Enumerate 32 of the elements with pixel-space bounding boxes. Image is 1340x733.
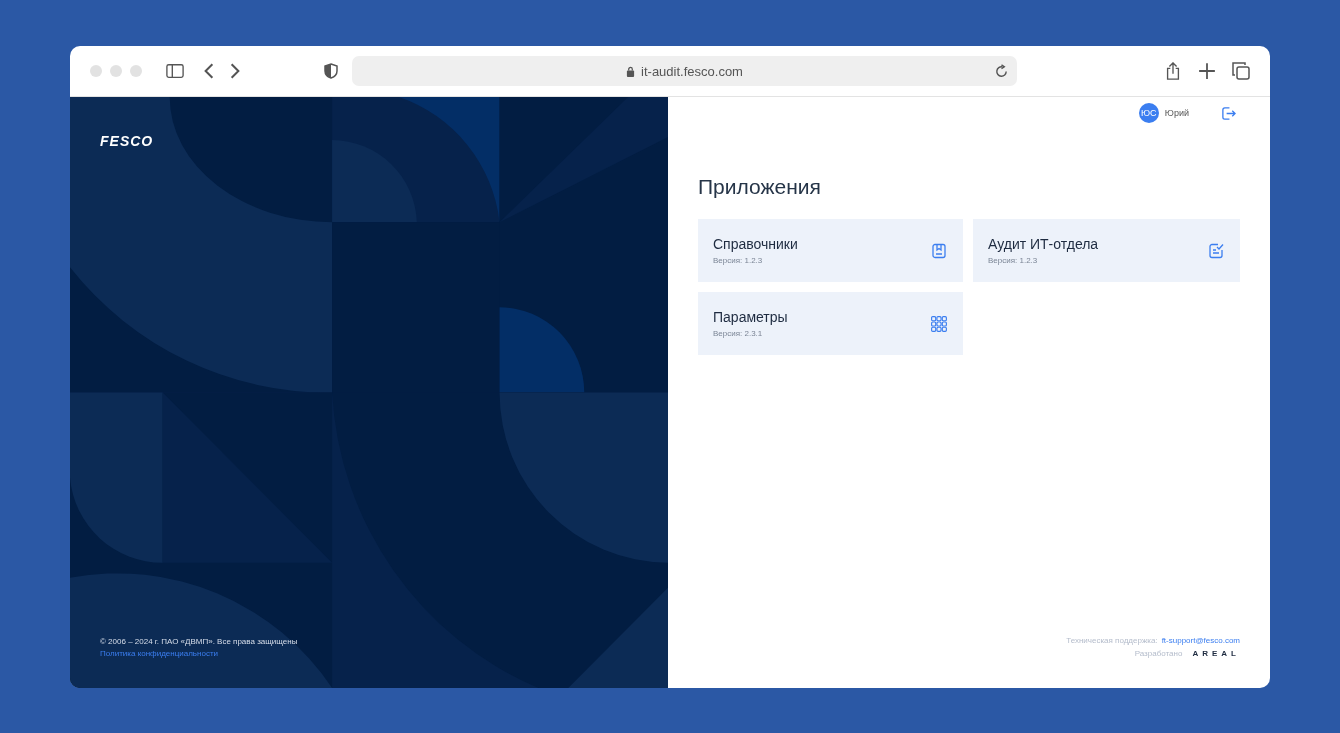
- support-label: Техническая поддержка:: [1066, 636, 1158, 645]
- checklist-icon: [1208, 242, 1224, 259]
- copyright-text: © 2006 – 2024 г. ПАО «ДВМП». Все права защищены: [100, 637, 298, 646]
- app-card[interactable]: Справочники Версия: 1.2.3: [698, 219, 963, 282]
- shield-icon[interactable]: [324, 62, 338, 80]
- developed-by-label: Разработано: [1134, 649, 1183, 658]
- app-version: Версия: 2.3.1: [713, 329, 764, 338]
- share-icon[interactable]: [1164, 62, 1182, 80]
- company-logo: FESCO: [100, 133, 154, 149]
- reload-icon[interactable]: [994, 63, 1009, 79]
- address-bar[interactable]: it-audit.fesco.com: [352, 56, 1017, 86]
- app-version: Версия: 1.2.3: [713, 256, 764, 265]
- app-title: Аудит ИТ-отдела: [988, 236, 1099, 252]
- sidebar-icon[interactable]: [166, 62, 184, 80]
- logout-icon[interactable]: [1221, 105, 1236, 121]
- app-title: Параметры: [713, 309, 788, 325]
- plus-icon[interactable]: [1198, 62, 1216, 80]
- user-avatar[interactable]: ЮС: [1138, 103, 1159, 123]
- support-email-link[interactable]: ft-support@fesco.com: [1161, 636, 1240, 645]
- url-text: it-audit.fesco.com: [641, 63, 743, 79]
- user-name: Юрий: [1164, 108, 1189, 118]
- app-title: Справочники: [713, 236, 798, 252]
- privacy-policy-link[interactable]: Политика конфиденциальности: [100, 649, 219, 658]
- tabs-icon[interactable]: [1232, 62, 1250, 80]
- app-version: Версия: 1.2.3: [988, 256, 1039, 265]
- page-title: Приложения: [698, 175, 822, 199]
- lock-icon: [626, 65, 636, 77]
- developer-logo: AREAL: [1192, 649, 1240, 658]
- grid-icon: [931, 315, 947, 332]
- book-icon: [931, 242, 947, 259]
- app-card[interactable]: Параметры Версия: 2.3.1: [698, 292, 963, 355]
- app-card[interactable]: Аудит ИТ-отдела Версия: 1.2.3: [973, 219, 1240, 282]
